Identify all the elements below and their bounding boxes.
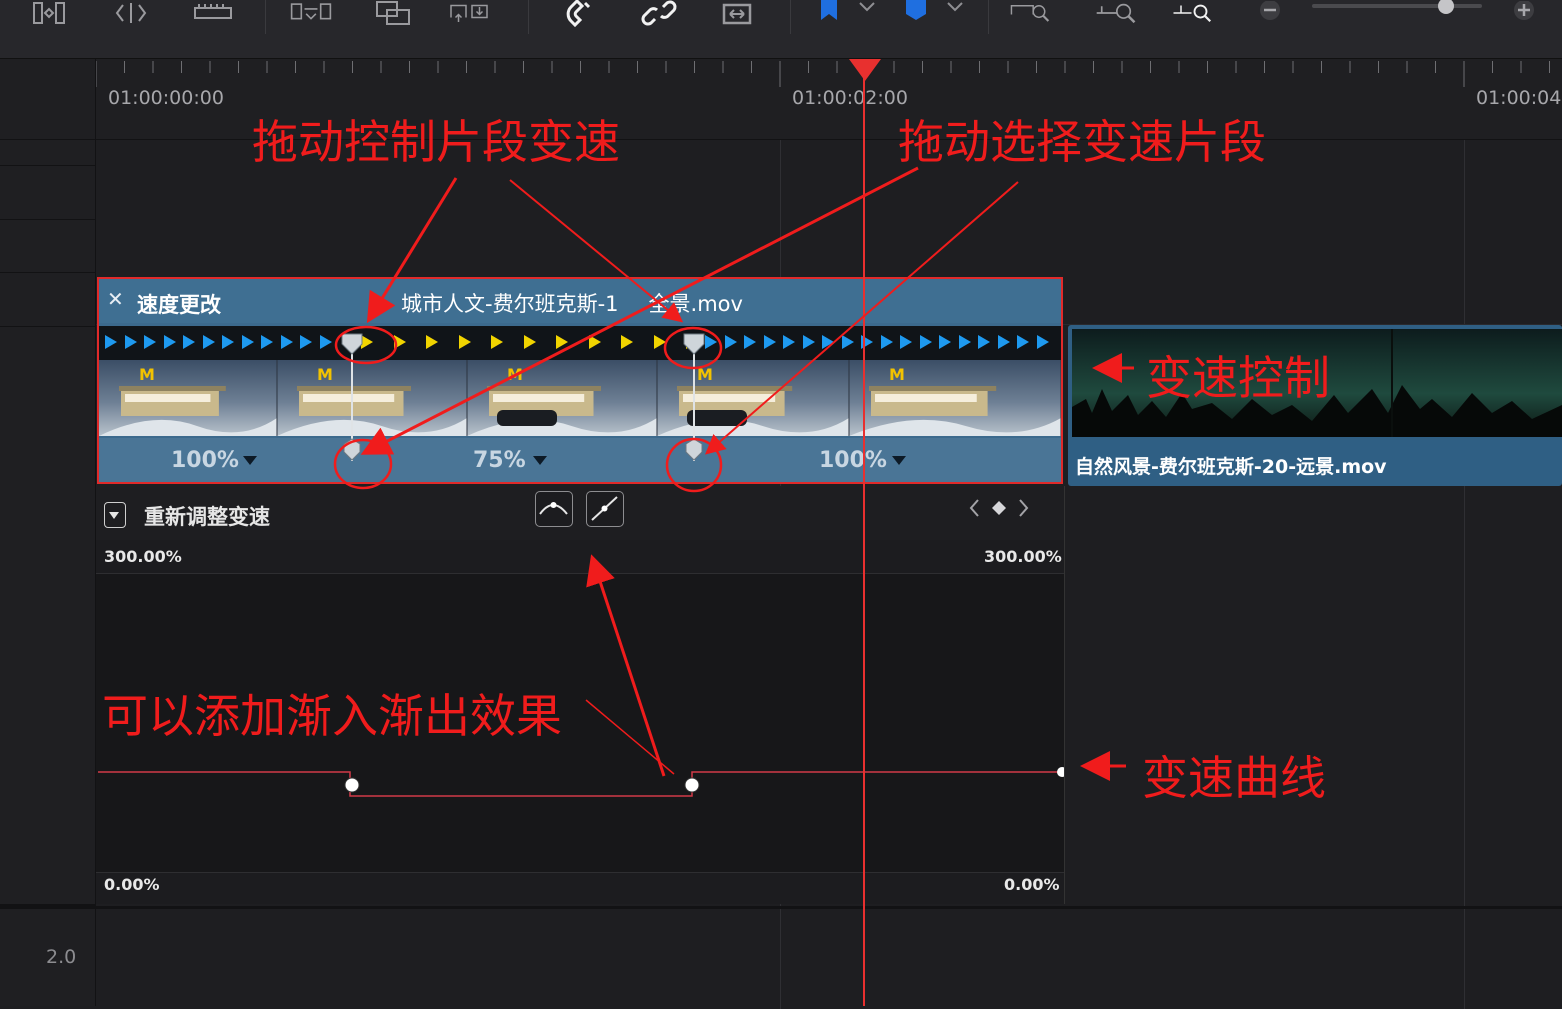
ruler-label-2s: 01:00:02:00: [792, 87, 908, 109]
track-header-column: [0, 59, 96, 1006]
track-number: 2.0: [46, 946, 77, 968]
ruler-label-4s: 01:00:04: [1476, 87, 1562, 109]
annotation-drag-segment-speed: 拖动控制片段变速: [252, 115, 620, 169]
retime-max-left: 300.00%: [104, 547, 182, 566]
snapping-magnet-icon[interactable]: [560, 0, 602, 28]
speed-point-2[interactable]: [683, 333, 705, 461]
dynamic-trim-icon[interactable]: [110, 0, 152, 28]
marker-dropdown-chevron-icon[interactable]: [946, 0, 964, 17]
overwrite-clip-icon[interactable]: [372, 0, 414, 28]
keyframe-navigation[interactable]: [968, 496, 1030, 526]
retime-min-right: 0.00%: [1004, 875, 1060, 894]
ruler-ticks: [96, 61, 1550, 87]
flag-dropdown-chevron-icon[interactable]: [858, 0, 876, 17]
retime-dropdown-icon[interactable]: [104, 502, 126, 528]
speed-point-handles: [341, 333, 705, 461]
trim-mode-icon[interactable]: [28, 0, 70, 28]
insert-clip-icon[interactable]: [290, 0, 332, 28]
retime-header: 重新调整变速: [96, 486, 1064, 540]
annotation-speed-control: 变速控制: [1146, 351, 1330, 405]
speed-point-1[interactable]: [341, 333, 363, 461]
marker-icon[interactable]: [895, 0, 937, 28]
playhead-line[interactable]: [863, 66, 865, 1006]
position-lock-icon[interactable]: [716, 0, 758, 28]
retime-max-right: 300.00%: [984, 547, 1062, 566]
annotation-ease-in-out: 可以添加渐入渐出效果: [102, 689, 562, 743]
zoom-full-icon[interactable]: [1010, 0, 1052, 28]
clip2-name: 自然风景-费尔班克斯-20-远景.mov: [1075, 456, 1387, 478]
zoom-in-icon[interactable]: [1506, 0, 1542, 28]
linear-curve-icon[interactable]: [586, 491, 624, 527]
replace-clip-icon[interactable]: [448, 0, 490, 28]
video-clip-city[interactable]: ✕ 速度更改 城市人文-费尔班克斯-1 全景.mov MMMMM 100% 75%…: [97, 277, 1063, 484]
curve-keyframe-1[interactable]: [344, 777, 360, 793]
zoom-detail-icon[interactable]: [1095, 0, 1137, 28]
annotation-drag-select-segment: 拖动选择变速片段: [898, 115, 1266, 169]
curve-keyframe-2[interactable]: [684, 777, 700, 793]
retime-title: 重新调整变速: [144, 505, 270, 529]
ruler-label-start: 01:00:00:00: [108, 87, 224, 109]
playhead-handle[interactable]: [849, 59, 881, 81]
zoom-custom-icon[interactable]: [1172, 0, 1214, 28]
zoom-slider-handle[interactable]: [1438, 0, 1454, 14]
lower-track-area: [96, 906, 1562, 1009]
annotation-speed-curve: 变速曲线: [1142, 751, 1326, 805]
blade-icon[interactable]: [192, 0, 234, 28]
zoom-slider-track[interactable]: [1312, 4, 1482, 8]
zoom-out-icon[interactable]: [1252, 0, 1288, 28]
curve-keyframe-end[interactable]: [1057, 767, 1067, 777]
ease-curve-icon[interactable]: [535, 491, 573, 527]
retime-min-left: 0.00%: [104, 875, 160, 894]
timeline-toolbar: [0, 0, 1562, 59]
linked-selection-icon[interactable]: [638, 0, 680, 28]
flag-icon[interactable]: [808, 0, 850, 28]
